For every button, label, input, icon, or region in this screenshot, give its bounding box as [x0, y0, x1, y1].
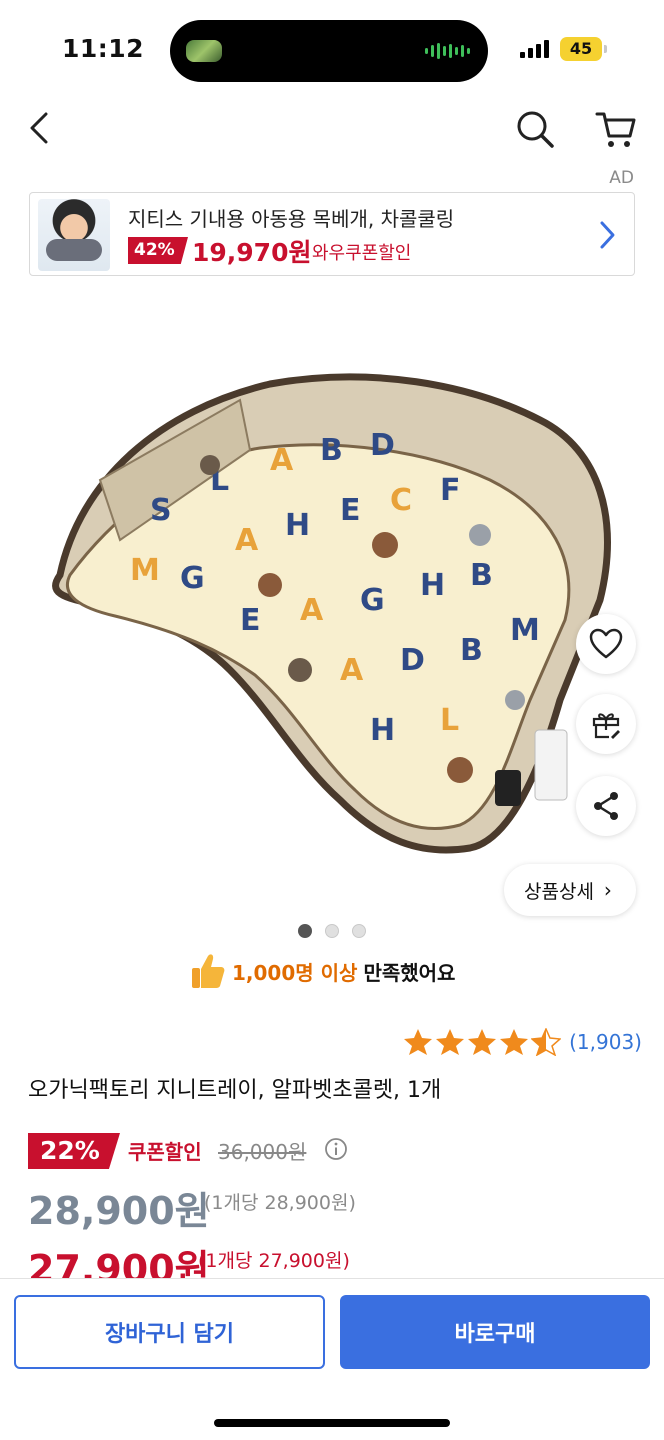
svg-text:S: S — [150, 493, 172, 528]
info-icon — [325, 1138, 347, 1160]
ad-coupon-label: 와우쿠폰할인 — [312, 243, 412, 264]
chevron-right-icon — [600, 221, 615, 249]
search-icon — [517, 111, 554, 148]
star-icon — [500, 1029, 529, 1055]
status-bar: 11:12 45 — [0, 0, 664, 100]
chevron-right-icon: › — [603, 878, 612, 902]
svg-text:D: D — [370, 428, 395, 463]
share-icon — [594, 792, 618, 820]
battery-icon: 45 — [560, 37, 602, 61]
svg-text:G: G — [360, 583, 385, 618]
add-to-cart-button[interactable]: 장바구니 담기 — [14, 1295, 325, 1369]
star-rating — [403, 1028, 562, 1056]
battery-nub — [604, 45, 607, 53]
chevron-left-icon — [30, 112, 48, 144]
svg-text:L: L — [440, 703, 459, 738]
svg-text:D: D — [400, 643, 425, 678]
svg-text:M: M — [510, 613, 540, 648]
satisfaction-count: 1,000명 이상 — [232, 960, 358, 985]
signal-icon — [520, 40, 549, 58]
product-detail-label: 상품상세 — [524, 880, 594, 903]
svg-text:E: E — [240, 603, 261, 638]
cart-button[interactable] — [594, 108, 638, 150]
heart-icon — [589, 628, 623, 659]
ad-title: 지티스 기내용 아동용 목베개, 차콜쿨링 — [128, 207, 455, 231]
dynamic-island[interactable] — [170, 20, 488, 82]
gift-button[interactable] — [576, 694, 636, 754]
cart-icon — [595, 112, 636, 147]
sale-price-unit: (1개당 28,900원) — [204, 1192, 356, 1214]
svg-text:F: F — [440, 473, 461, 508]
status-time: 11:12 — [62, 34, 145, 63]
product-title: 오가닉팩토리 지니트레이, 알파벳초콜렛, 1개 — [28, 1078, 442, 1103]
buy-now-button[interactable]: 바로구매 — [340, 1295, 650, 1369]
carousel-indicator — [298, 924, 366, 938]
sale-price: 28,900원 — [28, 1189, 210, 1233]
thumbs-up-icon — [192, 954, 225, 988]
ad-label: AD — [609, 168, 634, 188]
tray-illustration: M G A H E C F S L A B D E A G H B A D B … — [52, 373, 611, 854]
svg-text:B: B — [320, 433, 343, 468]
home-indicator[interactable] — [214, 1419, 450, 1427]
svg-text:A: A — [300, 593, 324, 628]
star-icon — [468, 1029, 497, 1055]
satisfaction-text: 만족했어요 — [363, 960, 456, 985]
svg-text:A: A — [235, 523, 259, 558]
discount-badge: 22% — [28, 1133, 120, 1169]
rating[interactable]: (1,903) — [403, 1028, 642, 1056]
svg-text:H: H — [370, 713, 395, 748]
search-button[interactable] — [514, 108, 556, 150]
ad-discount-badge: 42% — [128, 237, 188, 264]
svg-text:A: A — [340, 653, 364, 688]
bottom-action-bar: 장바구니 담기 바로구매 — [0, 1278, 664, 1440]
svg-text:B: B — [460, 633, 483, 668]
svg-text:C: C — [390, 483, 412, 518]
coupon-label: 쿠폰할인 — [128, 1140, 202, 1164]
ad-product-thumbnail — [38, 199, 110, 271]
review-count-link[interactable]: (1,903) — [569, 1030, 642, 1054]
carousel-dot-1[interactable] — [298, 924, 312, 938]
satisfaction-banner: 1,000명 이상 만족했어요 — [190, 952, 455, 990]
carousel-dot-3[interactable] — [352, 924, 366, 938]
svg-text:M: M — [130, 553, 160, 588]
ad-banner[interactable]: 지티스 기내용 아동용 목베개, 차콜쿨링 42% 19,970원 와우쿠폰할인 — [29, 192, 635, 276]
ad-price: 19,970원 — [192, 238, 312, 267]
product-detail-button[interactable]: 상품상세 › — [504, 864, 636, 916]
info-button[interactable] — [324, 1137, 348, 1161]
svg-text:H: H — [285, 508, 310, 543]
coupon-price-unit: (1개당 27,900원) — [198, 1250, 350, 1272]
gift-icon — [592, 713, 620, 739]
share-button[interactable] — [576, 776, 636, 836]
carousel-dot-2[interactable] — [325, 924, 339, 938]
back-button[interactable] — [24, 108, 60, 148]
svg-text:G: G — [180, 561, 205, 596]
neck-pillow-shape — [46, 239, 102, 261]
svg-text:A: A — [270, 443, 294, 478]
original-price: 36,000원 — [218, 1140, 307, 1164]
star-icon — [404, 1029, 433, 1055]
product-image[interactable]: M G A H E C F S L A B D E A G H B A D B … — [40, 370, 630, 870]
star-icon — [436, 1029, 465, 1055]
svg-text:E: E — [340, 493, 361, 528]
now-playing-thumbnail — [186, 40, 222, 62]
half-star-icon — [531, 1028, 562, 1056]
wishlist-button[interactable] — [576, 614, 636, 674]
svg-text:B: B — [470, 558, 493, 593]
audio-wave-icon — [425, 42, 470, 60]
svg-text:H: H — [420, 568, 445, 603]
